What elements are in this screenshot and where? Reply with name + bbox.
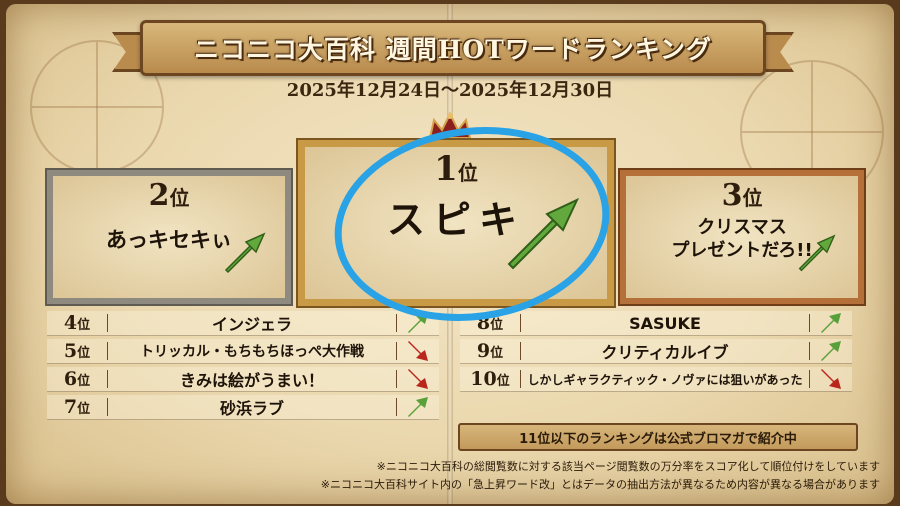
footnote-2: ※ニコニコ大百科サイト内の「急上昇ワード改」とはデータの抽出方法が異なるため内容… xyxy=(320,478,880,491)
ranking-row: 7位 砂浜ラブ xyxy=(47,395,439,420)
date-range: 2025年12月24日〜2025年12月30日 xyxy=(286,80,614,101)
footnote-1: ※ニコニコ大百科の総閲覧数に対する該当ページ閲覧数の万分率をスコア化して順位付け… xyxy=(376,460,880,473)
rank-word: きみは絵がうまい！ xyxy=(179,371,324,390)
ranking-row: 9位 クリティカルイブ xyxy=(460,339,852,364)
rank-word: 砂浜ラブ xyxy=(219,399,284,418)
trend-up-icon xyxy=(821,313,841,333)
trend-indicator xyxy=(397,340,439,362)
ranking-row: 5位 トリッカル・もちもちほっぺ大作戦 xyxy=(47,339,439,364)
rank-word: インジェラ xyxy=(211,315,292,334)
rank-label: 7位 xyxy=(63,396,91,418)
rank-word: SASUKE xyxy=(629,313,701,333)
trend-down-icon xyxy=(408,341,428,361)
rank-word: しかしギャラクティック・ノヴァには狙いがあった xyxy=(527,372,803,387)
rank-word: クリスマス プレゼントだろ!! xyxy=(671,217,813,261)
trend-down-icon xyxy=(821,369,841,389)
page-title: ニコニコ大百科 週間HOTワードランキング xyxy=(194,35,712,64)
ranking-row: 6位 きみは絵がうまい！ xyxy=(47,367,439,392)
rank-label: 6位 xyxy=(63,368,91,390)
trend-indicator xyxy=(810,340,852,362)
rank-label: 2位 xyxy=(148,178,190,213)
ranking-row: 4位 インジェラ xyxy=(47,311,439,336)
trend-up-icon xyxy=(798,234,836,272)
trend-indicator xyxy=(397,396,439,418)
trend-up-icon xyxy=(821,341,841,361)
rank-word: クリティカルイブ xyxy=(601,343,729,362)
trend-down-icon xyxy=(408,369,428,389)
rank-word: あっキセキぃ xyxy=(106,228,232,252)
trend-indicator xyxy=(810,368,852,390)
trend-indicator xyxy=(397,368,439,390)
rank-label: 5位 xyxy=(63,340,91,362)
ranking-row: 10位 しかしギャラクティック・ノヴァには狙いがあった xyxy=(460,367,852,392)
title-banner: ニコニコ大百科 週間HOTワードランキング xyxy=(140,20,766,76)
rank-label: 4位 xyxy=(63,312,91,334)
trend-up-icon xyxy=(408,397,428,417)
rank-label: 9位 xyxy=(476,340,504,362)
rank-label: 3位 xyxy=(721,178,763,213)
more-rankings-note: 11位以下のランキングは公式ブロマガで紹介中 xyxy=(458,423,858,451)
ranking-row: 8位 SASUKE xyxy=(460,311,852,336)
trend-indicator xyxy=(810,312,852,334)
trend-up-icon xyxy=(224,232,266,274)
rank-label: 10位 xyxy=(470,368,510,390)
rank-word: トリッカル・もちもちほっぺ大作戦 xyxy=(140,344,364,360)
